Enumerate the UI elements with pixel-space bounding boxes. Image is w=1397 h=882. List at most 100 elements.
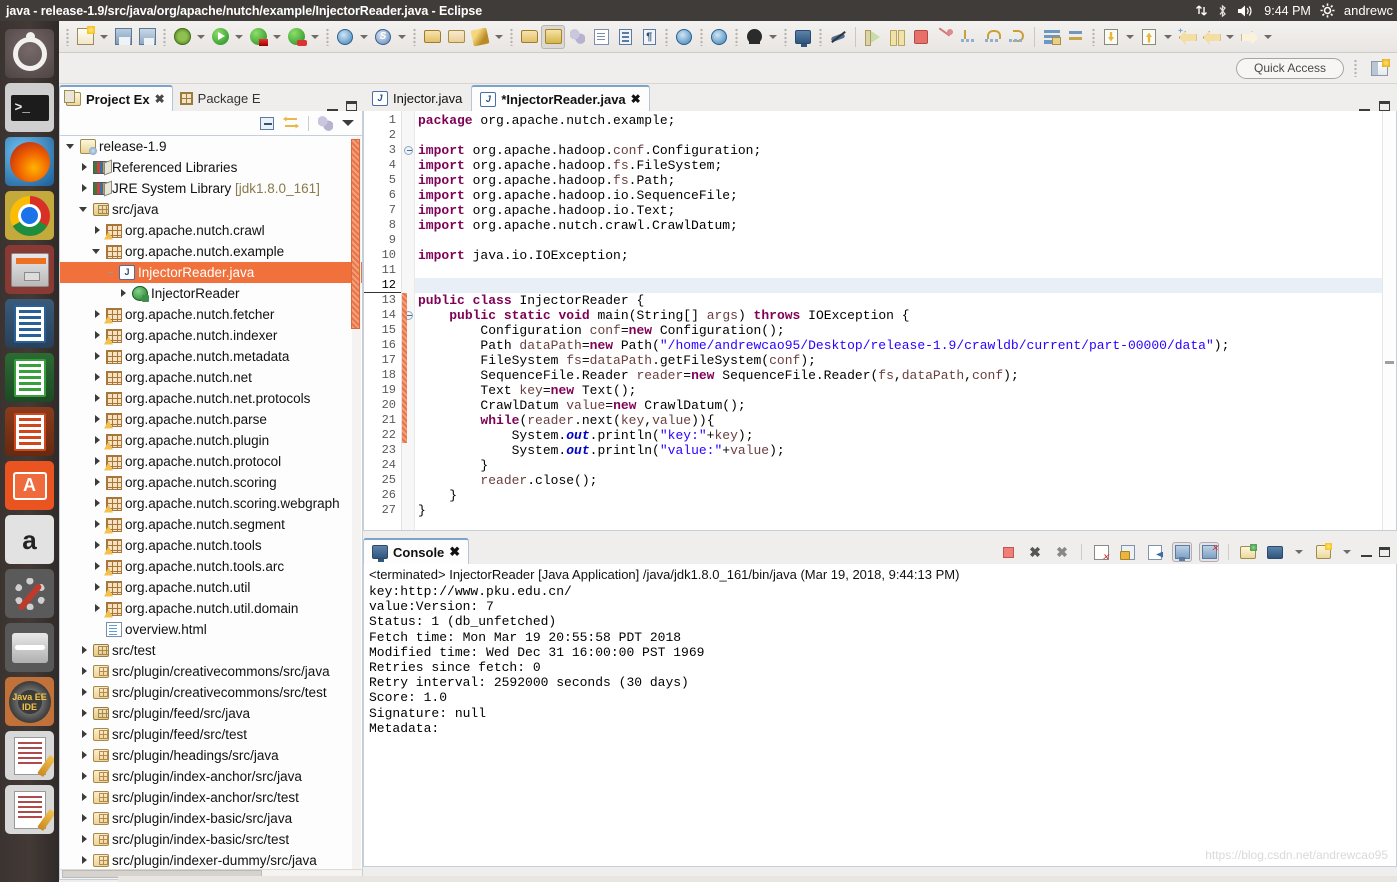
back-dropdown[interactable]	[1223, 25, 1237, 49]
tree-item-src-test[interactable]: src/test	[60, 640, 362, 661]
fold-collapse-icon[interactable]	[404, 146, 413, 155]
display-console-dropdown[interactable]	[1292, 540, 1306, 564]
tree-item-release-1-9[interactable]: release-1.9	[60, 136, 362, 157]
balls-button[interactable]	[565, 25, 589, 49]
tree-item-org-apache-nutch-example[interactable]: org.apache.nutch.example	[60, 241, 362, 262]
chevron-right-icon[interactable]	[79, 834, 90, 845]
username-label[interactable]: andrewc	[1344, 3, 1393, 18]
chevron-right-icon[interactable]	[79, 771, 90, 782]
pin-console-button[interactable]	[1199, 542, 1219, 562]
tree-item-src-java[interactable]: src/java	[60, 199, 362, 220]
filter-icon[interactable]	[318, 115, 333, 131]
tab-project-explorer[interactable]: Project Ex ✖	[59, 85, 173, 111]
fold-cell[interactable]	[402, 143, 414, 158]
gear-icon[interactable]	[1320, 3, 1335, 18]
remove-all-terminated-button[interactable]: ✖	[1052, 542, 1072, 562]
terminate-button[interactable]	[909, 25, 933, 49]
tree-item-org-apache-nutch-plugin[interactable]: org.apache.nutch.plugin	[60, 430, 362, 451]
run-button[interactable]	[208, 25, 232, 49]
remove-launch-button[interactable]: ✖	[1025, 542, 1045, 562]
show-console-on-output-button[interactable]	[1172, 542, 1192, 562]
tree-item-injectorreader[interactable]: InjectorReader	[60, 283, 362, 304]
launcher-item-libreoffice-impress[interactable]	[5, 407, 54, 456]
maximize-icon[interactable]	[1379, 547, 1390, 557]
tab-package-explorer[interactable]: Package E	[173, 85, 269, 111]
chevron-down-icon[interactable]	[92, 246, 103, 257]
swap-button[interactable]	[1064, 25, 1088, 49]
chevron-right-icon[interactable]	[79, 183, 90, 194]
tree-item-injectorreader-java[interactable]: J InjectorReader.java	[60, 262, 362, 283]
maximize-icon[interactable]	[346, 101, 357, 111]
tree-item-org-apache-nutch-tools-arc[interactable]: org.apache.nutch.tools.arc	[60, 556, 362, 577]
chevron-down-icon[interactable]	[66, 141, 77, 152]
browser-button[interactable]	[672, 25, 696, 49]
tab-injector-java[interactable]: J Injector.java	[363, 85, 471, 111]
collapse-all-icon[interactable]	[260, 116, 274, 130]
close-icon[interactable]: ✖	[449, 544, 460, 560]
tree-item-src-plugin-feed-src-test[interactable]: src/plugin/feed/src/test	[60, 724, 362, 745]
chevron-right-icon[interactable]	[92, 456, 103, 467]
minimize-icon[interactable]	[1361, 548, 1372, 557]
marker-button[interactable]	[541, 24, 565, 49]
ruler-mark[interactable]	[1385, 361, 1394, 364]
tree-item-src-plugin-index-basic-src-java[interactable]: src/plugin/index-basic/src/java	[60, 808, 362, 829]
clock[interactable]: 9:44 PM	[1264, 4, 1311, 18]
tree-item-src-plugin-index-basic-src-test[interactable]: src/plugin/index-basic/src/test	[60, 829, 362, 850]
tree-item-org-apache-nutch-fetcher[interactable]: org.apache.nutch.fetcher	[60, 304, 362, 325]
chevron-down-icon[interactable]	[79, 204, 90, 215]
scrollbar-thumb[interactable]	[351, 139, 360, 329]
console-output[interactable]: <terminated> InjectorReader [Java Applic…	[363, 564, 1397, 867]
link-with-editor-icon[interactable]	[283, 117, 299, 130]
tree-item-org-apache-nutch-parse[interactable]: org.apache.nutch.parse	[60, 409, 362, 430]
tree-item-overview-html[interactable]: overview.html	[60, 619, 362, 640]
new-document-button[interactable]	[73, 25, 97, 49]
chevron-right-icon[interactable]	[92, 540, 103, 551]
chevron-right-icon[interactable]	[92, 498, 103, 509]
new-console-view-button[interactable]	[1313, 542, 1333, 562]
toolbar-grip[interactable]	[326, 27, 329, 46]
clear-console-button[interactable]	[1091, 542, 1111, 562]
edit-button[interactable]	[468, 25, 492, 49]
suspend-button[interactable]	[885, 25, 909, 49]
tree-item-org-apache-nutch-net-protocols[interactable]: org.apache.nutch.net.protocols	[60, 388, 362, 409]
toolbar-grip[interactable]	[510, 27, 513, 46]
tab-console[interactable]: Console ✖	[363, 538, 470, 564]
tree-item-src-plugin-index-anchor-src-test[interactable]: src/plugin/index-anchor/src/test	[60, 787, 362, 808]
open-resource-button[interactable]	[444, 25, 468, 49]
back-button[interactable]	[1199, 25, 1223, 49]
scroll-lock-button[interactable]	[1118, 542, 1138, 562]
toolbar-grip[interactable]	[66, 27, 69, 46]
debug-button[interactable]	[170, 25, 194, 49]
web-dropdown[interactable]	[357, 25, 371, 49]
resume-button[interactable]	[861, 25, 885, 49]
tree-item-org-apache-nutch-net[interactable]: org.apache.nutch.net	[60, 367, 362, 388]
chevron-right-icon[interactable]	[92, 309, 103, 320]
chevron-right-icon[interactable]	[79, 729, 90, 740]
skip-breakpoints-button[interactable]	[826, 25, 850, 49]
profile-dropdown[interactable]	[766, 25, 780, 49]
chevron-right-icon[interactable]	[79, 813, 90, 824]
word-wrap-button[interactable]	[1145, 542, 1165, 562]
minimize-icon[interactable]	[327, 102, 338, 111]
chevron-right-icon[interactable]	[79, 750, 90, 761]
launcher-item-trash[interactable]	[5, 623, 54, 672]
tree-item-org-apache-nutch-segment[interactable]: org.apache.nutch.segment	[60, 514, 362, 535]
run-dropdown[interactable]	[232, 25, 246, 49]
toolbar-grip[interactable]	[700, 27, 703, 46]
tree-item-src-plugin-headings-src-java[interactable]: src/plugin/headings/src/java	[60, 745, 362, 766]
tree-item-org-apache-nutch-tools[interactable]: org.apache.nutch.tools	[60, 535, 362, 556]
server-dropdown[interactable]	[395, 25, 409, 49]
new-dropdown[interactable]	[97, 25, 111, 49]
back-annotation-button[interactable]	[1175, 25, 1199, 49]
export-dropdown[interactable]	[1161, 25, 1175, 49]
network-icon[interactable]	[1195, 4, 1208, 17]
minimize-icon[interactable]	[1359, 102, 1370, 111]
code-editor[interactable]: 1 2 3 4 5 6 7 8 9 10 11 12 13 14 15 16 17 18 19 20 21 22 23 24 2…	[363, 111, 1397, 531]
coverage-dropdown[interactable]	[270, 25, 284, 49]
bluetooth-icon[interactable]	[1217, 4, 1228, 18]
tree-item-org-apache-nutch-scoring-webgraph[interactable]: org.apache.nutch.scoring.webgraph	[60, 493, 362, 514]
step-over-button[interactable]	[981, 25, 1005, 49]
toolbar-grip[interactable]	[1092, 27, 1095, 46]
launcher-item-ubuntu-dash[interactable]	[5, 29, 54, 78]
chevron-right-icon[interactable]	[79, 855, 90, 866]
